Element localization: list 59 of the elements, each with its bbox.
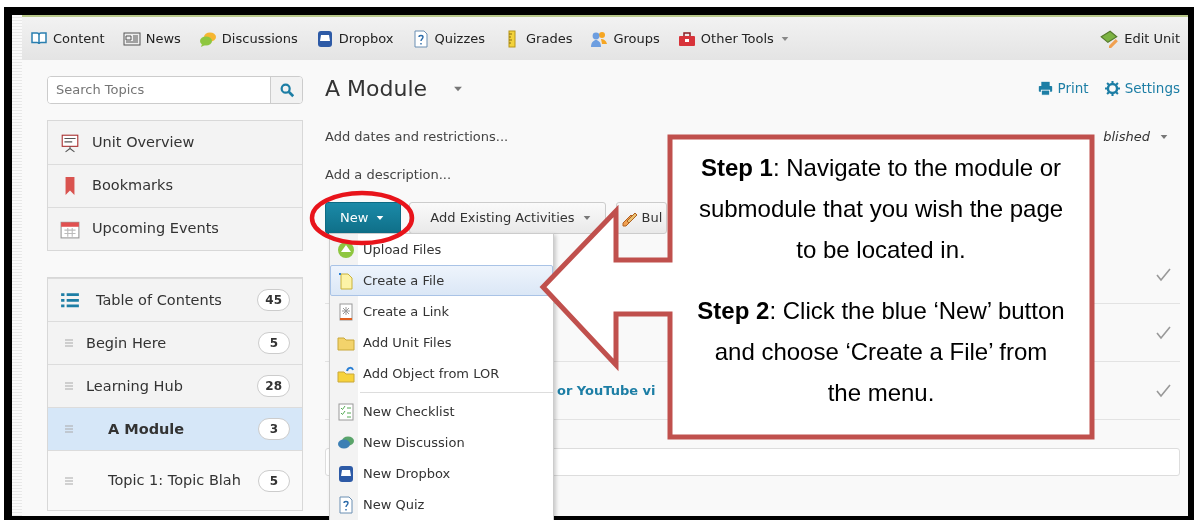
status-dropdown[interactable]: blished [1103, 127, 1170, 147]
count-badge: 5 [258, 469, 290, 492]
toolbar-link[interactable]: Dropbox [315, 28, 394, 49]
menu-item[interactable]: New Quiz [330, 489, 553, 520]
count-badge: 5 [258, 332, 290, 354]
checklist-icon [337, 402, 355, 421]
menu-item[interactable]: Create a File [330, 265, 553, 296]
settings-link[interactable]: Settings [1104, 78, 1180, 99]
count-badge: 28 [257, 375, 290, 397]
question-page-icon [411, 29, 430, 48]
menu-item[interactable]: New Checklist [330, 396, 553, 427]
count-badge: 3 [258, 418, 290, 440]
link-page-icon [337, 302, 355, 321]
people-icon [590, 29, 609, 48]
search-icon [278, 82, 295, 98]
add-dates-link[interactable]: Add dates and restrictions... [325, 127, 509, 147]
menu-item[interactable]: Add Unit Files [330, 327, 553, 358]
menu-item[interactable]: Create a Link [330, 296, 553, 327]
question-page-icon [337, 495, 355, 514]
toolbar-link[interactable]: Other Tools [677, 28, 791, 49]
new-file-icon [337, 271, 355, 290]
toolbar-link[interactable]: Quizzes [411, 28, 486, 49]
book-pencil-icon [1099, 28, 1120, 49]
newspaper-icon [122, 29, 141, 48]
print-link[interactable]: Print [1037, 78, 1089, 99]
gear-icon [1104, 81, 1120, 96]
page-title: A Module [325, 75, 428, 103]
search-field[interactable]: Search Topics [47, 76, 303, 104]
list-icon [60, 290, 80, 310]
menu-item[interactable]: Add Object from LOR [330, 358, 553, 389]
printer-icon [1037, 81, 1053, 96]
sidebar-item[interactable]: Unit Overview [48, 121, 302, 164]
toolbar-link[interactable]: Content [30, 28, 105, 49]
topic-item[interactable]: Topic 1: Topic Blah 5 [48, 450, 302, 510]
add-description-link[interactable]: Add a description... [325, 164, 452, 184]
bulk-edit-button[interactable]: Bul [615, 202, 668, 234]
menu-item[interactable]: New Dropbox [330, 458, 553, 489]
toolbox-icon [677, 29, 696, 48]
tray-icon [315, 29, 334, 48]
menu-item[interactable]: Upload Files [330, 234, 553, 265]
menu-item[interactable]: New Discussion [330, 427, 553, 458]
toolbar-link[interactable]: Grades [503, 28, 573, 49]
toolbar-link[interactable]: News [122, 28, 181, 49]
video-link[interactable]: or YouTube vi [557, 380, 656, 401]
folder-arrow-icon [337, 364, 355, 383]
calendar-icon [60, 219, 80, 239]
easel-icon [60, 132, 80, 153]
new-button[interactable]: New [325, 202, 402, 234]
sidebar-item[interactable]: Bookmarks [48, 164, 302, 207]
edit-unit-link[interactable]: Edit Unit [1099, 28, 1180, 49]
callout-text: Step 2: Click the blue ‘New’ button and choose ‘Create a File’ from the menu. [696, 296, 1066, 408]
count-badge: 45 [257, 289, 290, 311]
toolbar-link[interactable]: Groups [590, 28, 660, 49]
callout-text: Step 1: Navigate to the module or submodule that you wish the page to be located in. [697, 153, 1065, 265]
search-button[interactable] [270, 77, 302, 103]
topic-item[interactable]: A Module 3 [48, 407, 302, 450]
upload-icon [337, 240, 355, 259]
sidebar-item[interactable]: Upcoming Events [48, 207, 302, 250]
toolbar-link[interactable]: Discussions [198, 28, 298, 49]
